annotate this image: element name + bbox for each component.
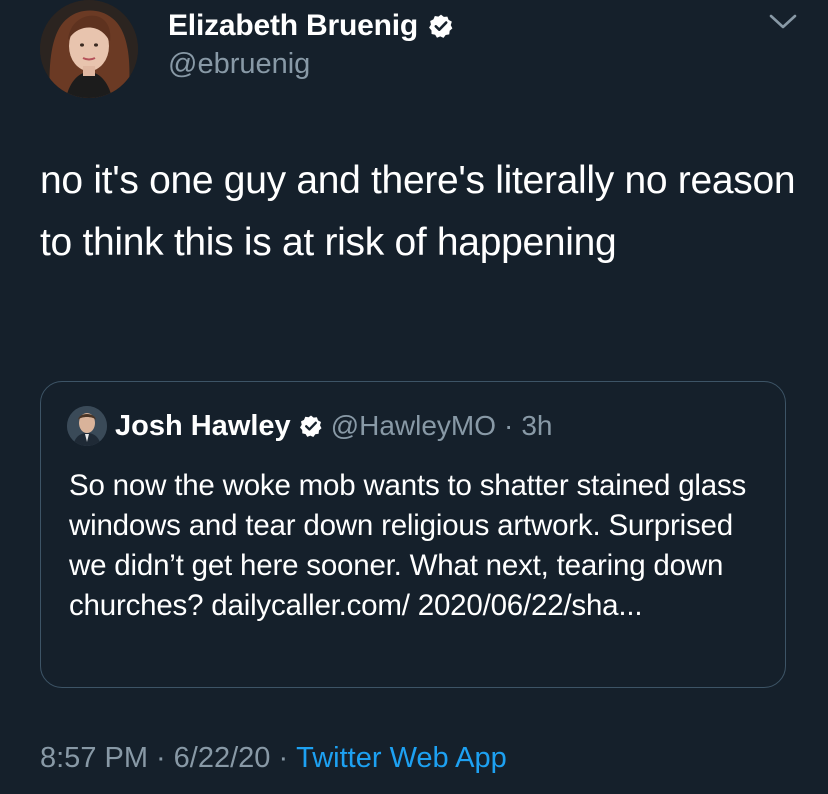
tweet-header: Elizabeth Bruenig @ebruenig	[40, 0, 800, 100]
verified-badge-icon	[299, 414, 323, 438]
tweet-source-link[interactable]: Twitter Web App	[296, 742, 507, 775]
quoted-tweet-text: So now the woke mob wants to shatter sta…	[69, 469, 747, 622]
verified-badge-icon	[428, 13, 454, 39]
author-avatar[interactable]	[40, 0, 138, 98]
quoted-tweet-card[interactable]: Josh Hawley @HawleyMO · 3h So now the wo…	[40, 381, 786, 688]
chevron-down-icon[interactable]	[766, 10, 800, 34]
author-display-name[interactable]: Elizabeth Bruenig	[168, 9, 418, 43]
tweet-footer: 8:57 PM · 6/22/20 · Twitter Web App	[40, 736, 507, 780]
footer-separator: ·	[278, 741, 289, 774]
footer-separator: ·	[156, 741, 166, 774]
quoted-author-display-name: Josh Hawley	[115, 409, 291, 442]
quoted-separator: ·	[504, 410, 514, 441]
quoted-author-avatar	[67, 406, 107, 446]
quoted-timestamp: 3h	[521, 410, 553, 441]
quoted-tweet-header: Josh Hawley @HawleyMO · 3h	[67, 406, 553, 446]
author-handle[interactable]: @ebruenig	[168, 48, 310, 81]
tweet-time[interactable]: 8:57 PM	[40, 742, 148, 775]
author-name-row: Elizabeth Bruenig	[168, 6, 454, 46]
quoted-author-handle: @HawleyMO	[330, 410, 497, 441]
tweet-text: no it's one guy and there's literally no…	[40, 159, 796, 264]
tweet-date[interactable]: 6/22/20	[174, 742, 271, 775]
